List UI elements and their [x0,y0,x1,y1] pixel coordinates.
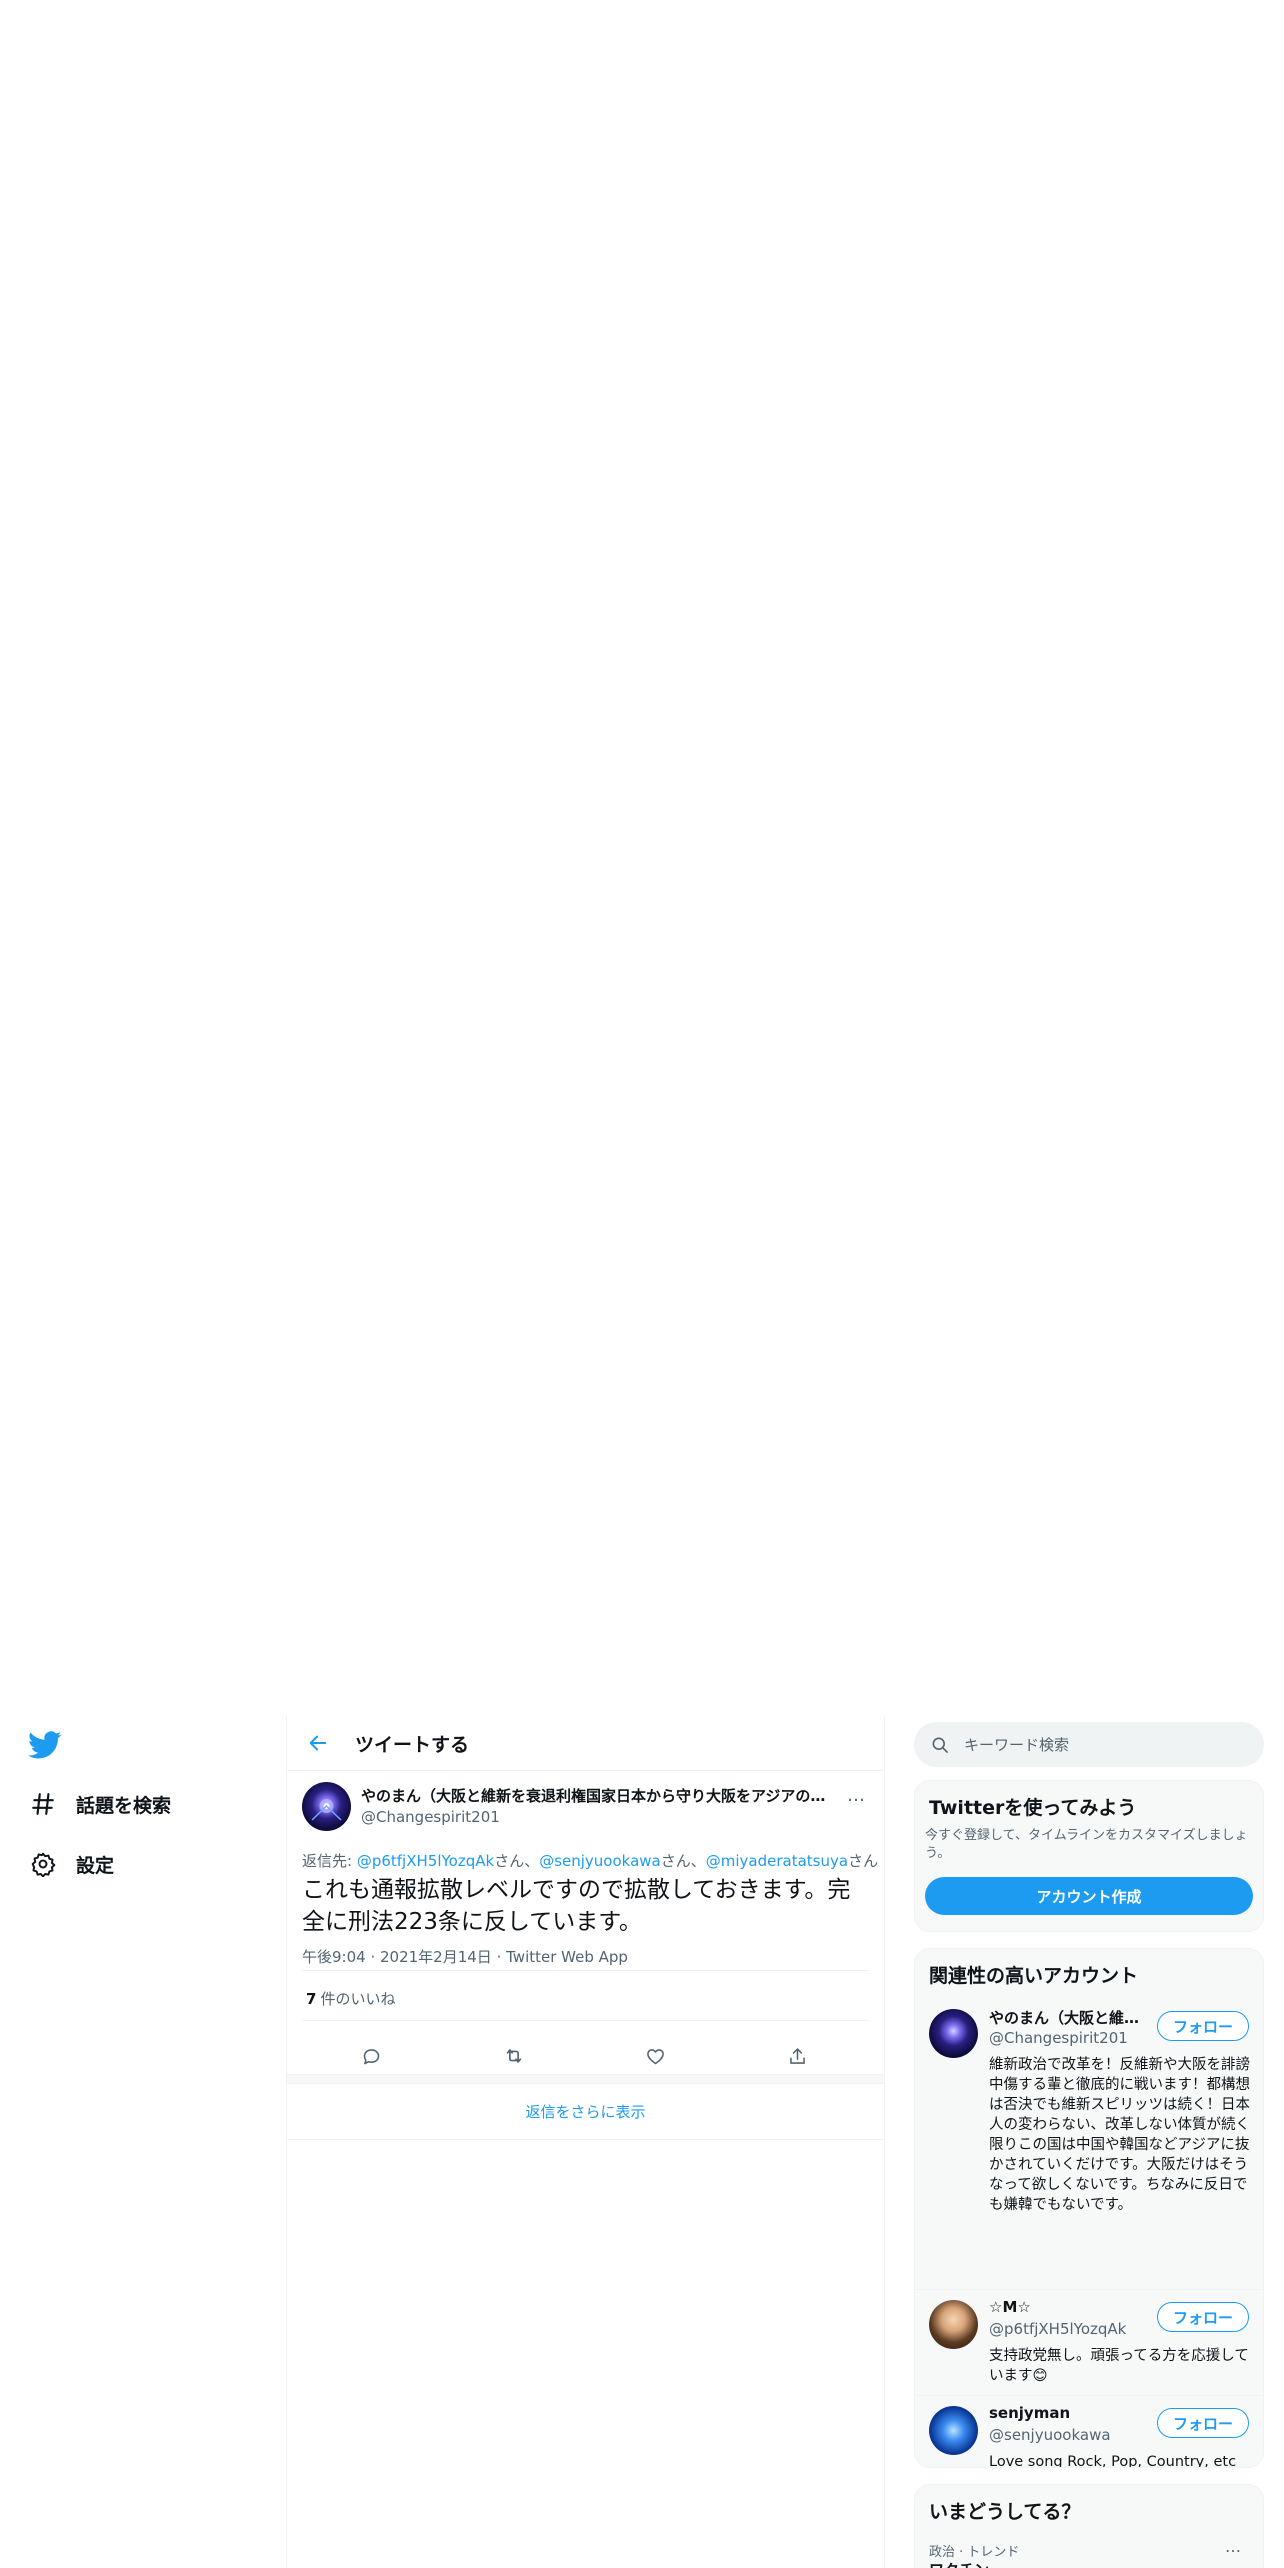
tweet-header: ツイートする [287,1716,884,1771]
more-options-icon[interactable]: … [1225,2537,1241,2556]
likes-number: 7 [306,1990,317,2008]
signup-card: Twitterを使ってみよう 今すぐ登録して、タイムラインをカスタマイズしましょ… [914,1780,1264,1932]
author-handle[interactable]: @Changespirit201 [361,1808,500,1826]
account-handle[interactable]: @senjyuookawa [989,2426,1111,2444]
reply-icon [363,2048,379,2064]
gear-icon [28,1849,58,1879]
account-item[interactable]: senjyman @senjyuookawa フォロー Love song Ro… [915,2395,1263,2468]
account-bio: 維新政治で改革を！反維新や大阪を誹謗中傷する輩と徹底的に戦います！都構想は否決で… [989,2057,1250,2213]
section-gap [287,2074,884,2084]
trend-name[interactable]: ワクチン [929,2559,989,2568]
create-account-button[interactable]: アカウント作成 [925,1877,1253,1915]
tweet-actions [287,2038,884,2074]
arrow-left-icon [309,1735,327,1751]
nav-settings-label: 設定 [76,1854,115,1877]
follow-button[interactable]: フォロー [1157,2302,1249,2332]
reply-suffix: さん、 [494,1852,540,1870]
divider [302,2020,869,2021]
avatar[interactable] [929,2009,978,2058]
signup-title: Twitterを使ってみよう [929,1797,1137,1819]
likes-label: 件のいいね [320,1990,396,2008]
like-button[interactable] [637,2038,673,2074]
account-handle[interactable]: @Changespirit201 [989,2029,1128,2047]
nav-explore-label: 話題を検索 [76,1794,172,1817]
share-icon [789,2047,805,2064]
search-icon [932,1737,948,1753]
tweet-client[interactable]: Twitter Web App [506,1948,628,1966]
account-handle[interactable]: @p6tfjXH5lYozqAk [989,2320,1126,2338]
relevant-accounts-card: 関連性の高いアカウント やのまん（大阪と維… @Changespirit201 … [914,1948,1264,2468]
avatar[interactable] [302,1782,351,1831]
left-navigation: 話題を検索 設定 [0,1716,286,2568]
nav-explore[interactable]: 話題を検索 [28,1786,171,1822]
main-column: ツイートする やのまん（大阪と維新を衰退利権国家日本から守り大阪をアジアの… @… [286,1716,885,2568]
more-options-icon[interactable]: … [839,1780,873,1810]
nav-settings[interactable]: 設定 [28,1846,114,1882]
reply-mention-link[interactable]: @senjyuookawa [539,1852,661,1870]
twitter-app: 話題を検索 設定 ツイートする やのまん（大阪と維新を衰退利権国家日本から守り大… [0,1716,1284,2568]
account-bio: Love song Rock, Pop, Country, etc and ma… [989,2454,1237,2468]
page-title: ツイートする [355,1733,470,1756]
tweet-timestamp: 午後9:04 · 2021年2月14日 · Twitter Web App [302,1948,628,1966]
search-input[interactable] [964,1735,1244,1754]
account-bio: 支持政党無し。頑張ってる方を応援しています😊 [989,2348,1249,2384]
follow-button[interactable]: フォロー [1157,2011,1249,2041]
account-name[interactable]: senjyman [989,2404,1139,2422]
reply-mention-link[interactable]: @miyaderatatsuya [706,1852,848,1870]
hashtag-icon [28,1789,58,1819]
share-button[interactable] [779,2038,815,2074]
divider [302,1970,869,1971]
reply-suffix: さん、 [660,1852,706,1870]
back-button[interactable] [301,1726,335,1760]
reply-prefix: 返信先: [302,1852,357,1870]
account-item[interactable]: やのまん（大阪と維… @Changespirit201 フォロー 維新政治で改革… [915,1999,1263,2289]
tweet-date[interactable]: 2021年2月14日 [380,1948,492,1966]
heart-icon [646,2048,664,2064]
account-name[interactable]: やのまん（大阪と維… [989,2007,1139,2028]
account-item[interactable]: ☆M☆ @p6tfjXH5lYozqAk フォロー 支持政党無し。頑張ってる方を… [915,2289,1263,2395]
right-sidebar: Twitterを使ってみよう 今すぐ登録して、タイムラインをカスタマイズしましょ… [914,1716,1266,2568]
tweet-text: これも通報拡散レベルですので拡散しておきます。完全に刑法223条に反しています。 [302,1877,851,1935]
retweet-button[interactable] [496,2038,532,2074]
follow-button[interactable]: フォロー [1157,2408,1249,2438]
reply-mention-link[interactable]: @p6tfjXH5lYozqAk [357,1852,494,1870]
signup-description: 今すぐ登録して、タイムラインをカスタマイズしましょう。 [925,1828,1248,1861]
trend-category: 政治 · トレンド [929,2545,1020,2560]
twitter-bird-icon[interactable] [28,1728,62,1762]
account-name[interactable]: ☆M☆ [989,2298,1139,2316]
trends-title: いまどうしてる？ [929,2501,1081,2523]
avatar[interactable] [929,2406,978,2455]
relevant-accounts-title: 関連性の高いアカウント [929,1965,1139,1987]
avatar[interactable] [929,2300,978,2349]
trends-card: いまどうしてる？ 政治 · トレンド … ワクチン [914,2484,1264,2568]
replying-to: 返信先: @p6tfjXH5lYozqAkさん、@senjyuookawaさん、… [302,1850,878,1871]
retweet-icon [506,2049,522,2063]
author-name[interactable]: やのまん（大阪と維新を衰退利権国家日本から守り大阪をアジアの… [361,1785,831,1806]
likes-count[interactable]: 7 件のいいね [306,1988,395,2009]
search-box[interactable] [914,1722,1264,1767]
tweet-time[interactable]: 午後9:04 [302,1948,366,1966]
show-more-replies-button[interactable]: 返信をさらに表示 [287,2084,884,2140]
reply-suffix: さん [848,1852,879,1870]
reply-button[interactable] [353,2038,389,2074]
